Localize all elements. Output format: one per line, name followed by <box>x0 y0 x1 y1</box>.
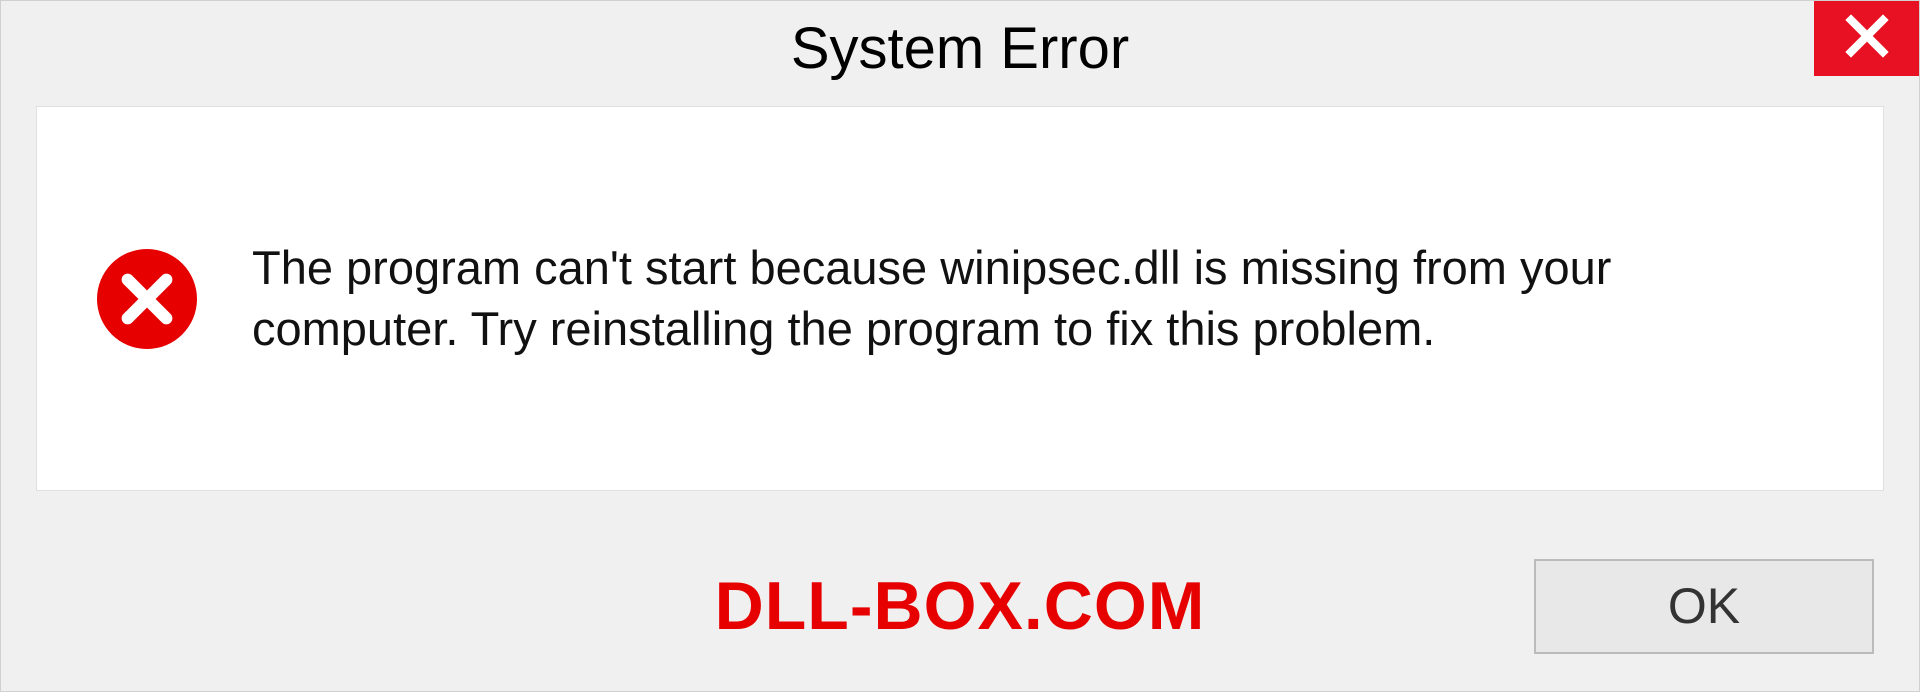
dialog-footer: DLL-BOX.COM OK <box>1 521 1919 691</box>
close-icon <box>1843 12 1891 65</box>
titlebar: System Error <box>1 1 1919 96</box>
dialog-title: System Error <box>791 15 1129 82</box>
error-icon <box>97 249 197 349</box>
error-circle-x-icon <box>97 249 197 349</box>
system-error-dialog: System Error The program can't start bec… <box>0 0 1920 692</box>
watermark-text: DLL-BOX.COM <box>715 567 1206 645</box>
error-message: The program can't start because winipsec… <box>252 238 1823 358</box>
close-button[interactable] <box>1814 1 1919 76</box>
content-area: The program can't start because winipsec… <box>36 106 1884 491</box>
ok-button[interactable]: OK <box>1534 559 1874 654</box>
